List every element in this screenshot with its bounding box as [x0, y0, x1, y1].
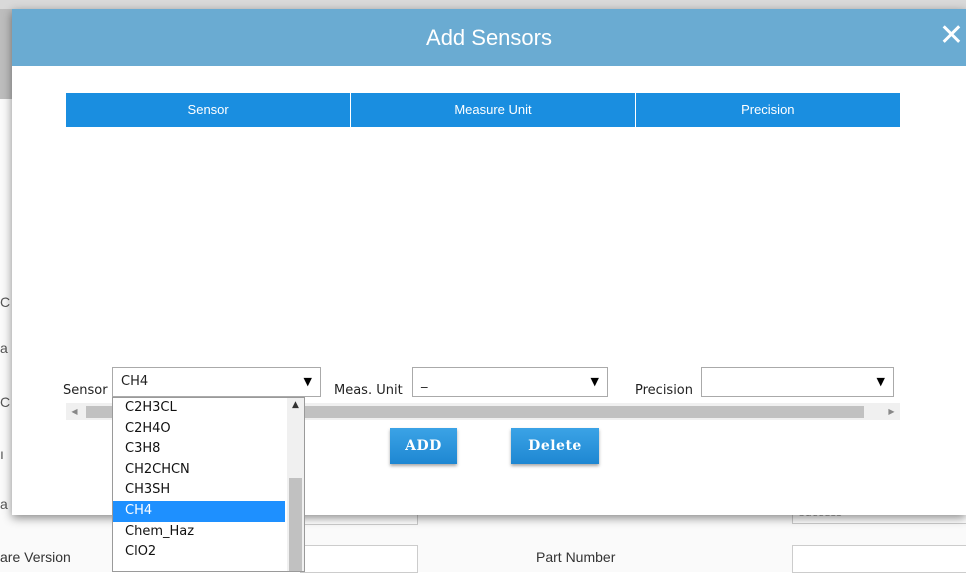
meas-unit-select-value: _ — [421, 374, 428, 389]
meas-unit-select[interactable]: _ ▼ — [412, 367, 608, 397]
background-fragment: C — [0, 394, 11, 410]
sensor-label: Sensor — [63, 383, 108, 398]
precision-label: Precision — [635, 383, 694, 398]
part-number-label: Part Number — [536, 549, 616, 565]
sensor-dropdown-list[interactable]: C2H3CL C2H4O C3H8 CH2CHCN CH3SH CH4 Chem… — [112, 397, 305, 572]
dropdown-arrow-icon: ▼ — [876, 375, 885, 388]
sensor-option[interactable]: C2H3CL — [113, 398, 285, 419]
precision-select[interactable]: ▼ — [701, 367, 894, 397]
background-top-strip — [0, 0, 966, 9]
sensor-select[interactable]: CH4 ▼ — [112, 367, 321, 397]
sensor-option[interactable]: ClO2 — [113, 542, 285, 563]
sensor-option[interactable]: C3H8 — [113, 439, 285, 460]
background-fragment: C — [0, 294, 11, 310]
dropdown-arrow-icon: ▼ — [303, 375, 312, 388]
add-button[interactable]: ADD — [390, 428, 457, 464]
sensor-select-value: CH4 — [121, 374, 149, 389]
column-header-measure-unit[interactable]: Measure Unit — [351, 93, 636, 127]
modal-title: Add Sensors — [426, 25, 552, 50]
column-header-sensor[interactable]: Sensor — [66, 93, 352, 127]
table-header: Sensor Measure Unit Precision — [66, 93, 900, 127]
dropdown-scrollbar[interactable]: ▲ — [287, 398, 304, 571]
software-version-label: are Version — [0, 549, 71, 565]
delete-button[interactable]: Delete — [511, 428, 599, 464]
sensor-option[interactable]: C2H4O — [113, 419, 285, 440]
sensor-option[interactable]: Chem_Haz — [113, 522, 285, 543]
meas-unit-label: Meas. Unit — [334, 383, 403, 398]
sensor-option[interactable]: CH3SH — [113, 480, 285, 501]
background-fragment: a — [0, 340, 8, 356]
software-version-input[interactable] — [300, 545, 418, 573]
dropdown-arrow-icon: ▼ — [590, 375, 599, 388]
column-header-precision[interactable]: Precision — [636, 93, 900, 127]
scroll-left-icon[interactable]: ◀ — [66, 403, 83, 420]
sensor-option[interactable]: CH2CHCN — [113, 460, 285, 481]
dropdown-scrollbar-thumb[interactable] — [289, 478, 302, 571]
background-fragment: ı — [0, 446, 4, 462]
scroll-right-icon[interactable]: ▶ — [883, 403, 900, 420]
modal-header: Add Sensors ✕ — [12, 9, 966, 66]
background-left-bar — [0, 9, 12, 99]
table-body — [66, 127, 900, 323]
sensors-table: Sensor Measure Unit Precision ◀ ▶ — [66, 93, 900, 420]
close-icon[interactable]: ✕ — [939, 21, 964, 51]
part-number-input[interactable] — [792, 545, 966, 573]
scroll-up-icon[interactable]: ▲ — [287, 400, 304, 410]
background-fragment: a — [0, 496, 8, 512]
sensor-option-selected[interactable]: CH4 — [113, 500, 285, 522]
